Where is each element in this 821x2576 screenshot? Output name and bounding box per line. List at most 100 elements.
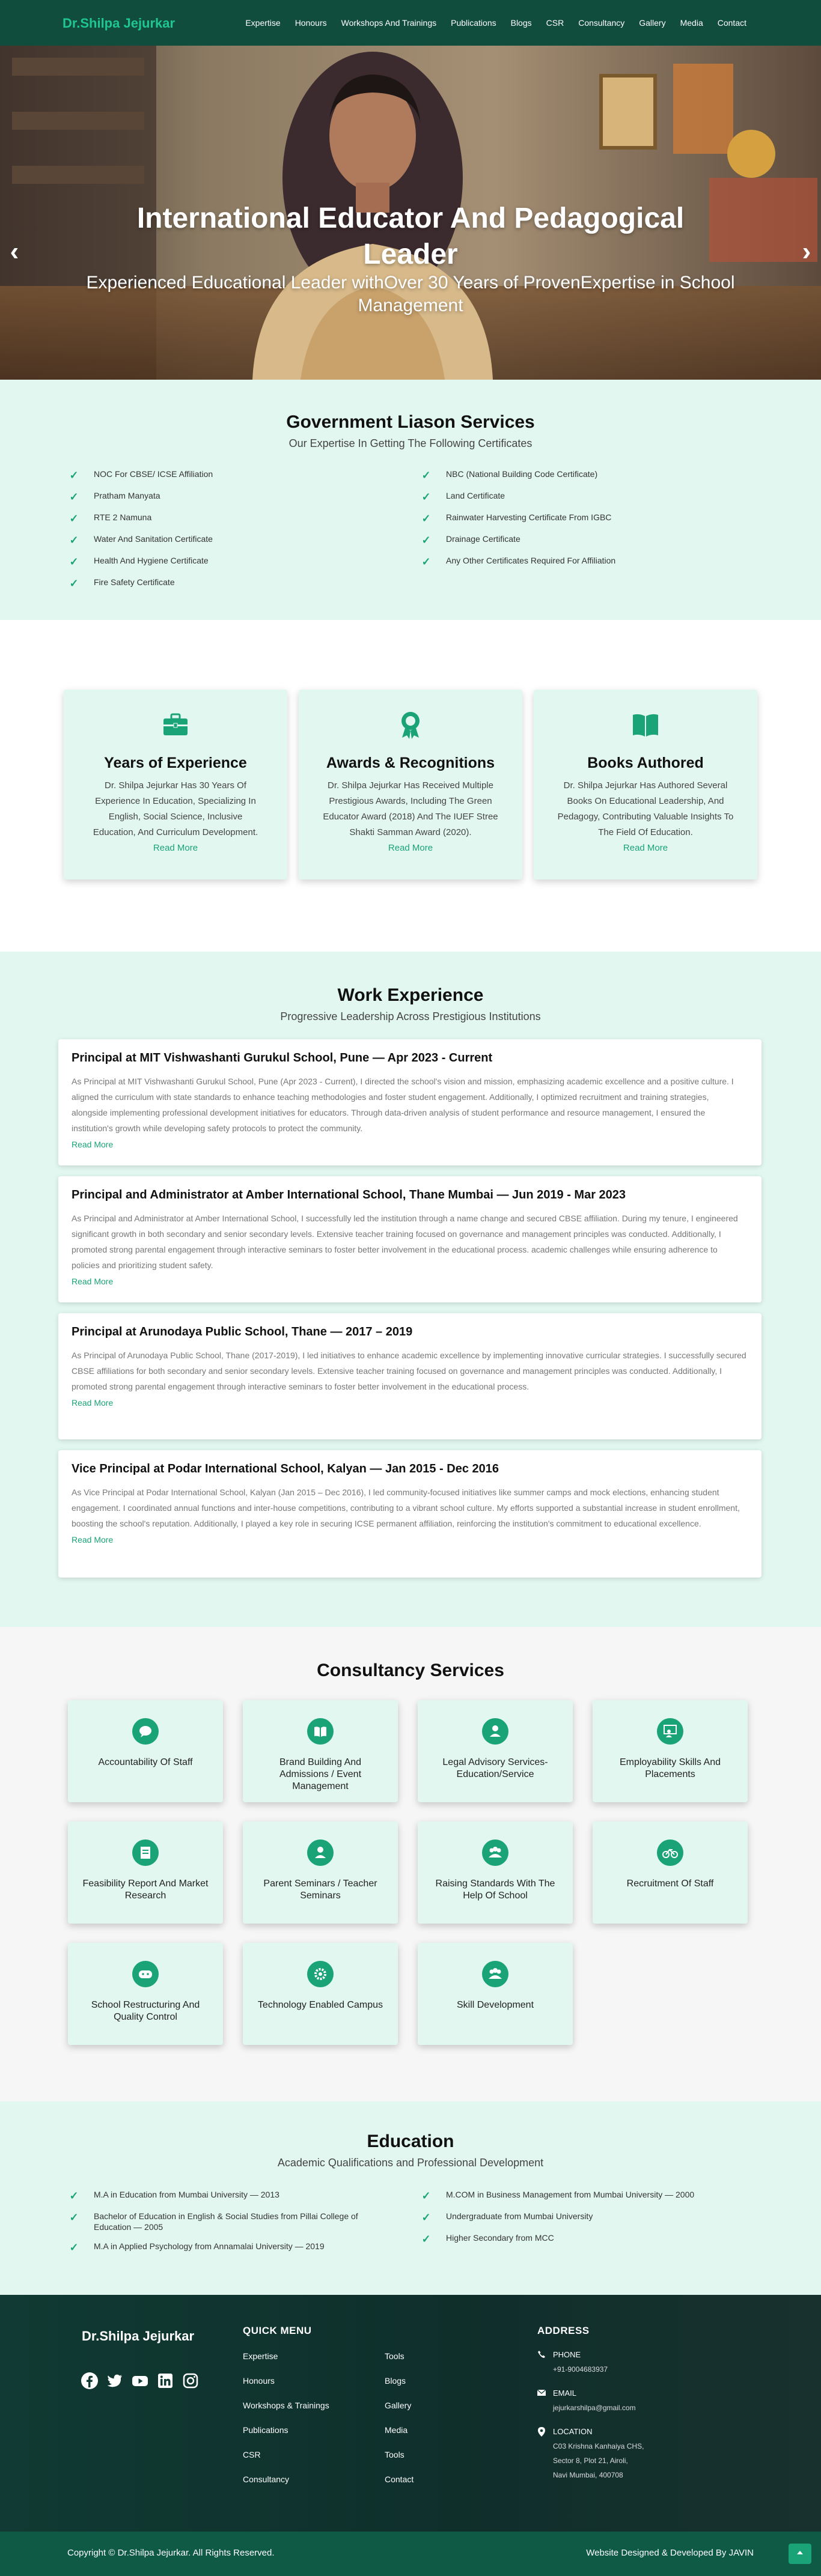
youtube-icon[interactable] [131, 2372, 149, 2390]
check-icon: ✓ [69, 2211, 79, 2223]
stat-desc: Dr. Shilpa Jejurkar Has Authored Several… [557, 780, 734, 837]
footer-link[interactable]: Honours [243, 2376, 275, 2386]
stat-card-awards: Awards & Recognitions Dr. Shilpa Jejurka… [299, 690, 522, 879]
footer-link[interactable]: Publications [243, 2425, 288, 2435]
footer-link[interactable]: Workshops & Trainings [243, 2401, 329, 2410]
chat-icon [132, 1718, 159, 1745]
job-title: Principal and Administrator at Amber Int… [72, 1188, 626, 1201]
social-links [81, 2372, 200, 2390]
stat-desc: Dr. Shilpa Jejurkar Has Received Multipl… [323, 780, 498, 837]
consultancy-section: Consultancy Services Accountability Of S… [0, 1627, 821, 2101]
list-item: ✓ M.COM in Business Management from Mumba… [420, 2189, 756, 2202]
read-more-link[interactable]: Read More [72, 1277, 113, 1286]
twitter-icon[interactable] [106, 2372, 124, 2390]
page: Dr.Shilpa Jejurkar Expertise Honours Wor… [0, 0, 821, 2576]
service-card[interactable]: Accountability Of Staff [68, 1700, 223, 1802]
list-item: ✓ Drainage Certificate [420, 533, 756, 547]
teacher-icon [657, 1718, 683, 1745]
location-line: Navi Mumbai, 400708 [553, 2471, 623, 2479]
list-item: ✓ Higher Secondary from MCC [420, 2232, 756, 2246]
hero-next-arrow[interactable]: › [795, 237, 819, 267]
nav-item-expertise[interactable]: Expertise [245, 18, 280, 28]
linkedin-icon[interactable] [156, 2372, 174, 2390]
read-more-link[interactable]: Read More [72, 1140, 113, 1149]
stat-desc: Dr. Shilpa Jejurkar Has 30 Years Of Expe… [93, 780, 258, 837]
read-more-link[interactable]: Read More [72, 1398, 113, 1408]
list-item: ✓ Pratham Manyata [67, 490, 404, 503]
nav-item-consultancy[interactable]: Consultancy [578, 18, 624, 28]
service-card[interactable]: School Restructuring And Quality Control [68, 1943, 223, 2045]
nav-item-media[interactable]: Media [680, 18, 703, 28]
work-subtitle: Progressive Leadership Across Prestigiou… [280, 1010, 541, 1022]
edu-list-left: ✓ M.A in Education from Mumbai University… [67, 2189, 404, 2262]
email-icon [537, 2389, 546, 2399]
edu-subtitle: Academic Qualifications and Professional… [277, 2157, 544, 2169]
footer-link[interactable]: Blogs [385, 2376, 406, 2386]
footer-link[interactable]: Contact [385, 2474, 414, 2484]
service-card[interactable]: Brand Building And Admissions / Event Ma… [243, 1700, 398, 1802]
service-card[interactable]: Technology Enabled Campus [243, 1943, 398, 2045]
gear-icon [307, 1961, 334, 1987]
footer-link[interactable]: Expertise [243, 2351, 278, 2361]
work-title: Work Experience [337, 985, 484, 1005]
hero-prev-arrow[interactable]: ‹ [2, 237, 26, 267]
instagram-icon[interactable] [182, 2372, 200, 2390]
footer-link[interactable]: Consultancy [243, 2474, 289, 2484]
check-icon: ✓ [69, 534, 79, 546]
briefcase-icon [161, 710, 190, 739]
group-icon [482, 1839, 508, 1866]
location-icon [537, 2427, 546, 2438]
brand-logo[interactable]: Dr.Shilpa Jejurkar [63, 16, 175, 31]
check-icon: ✓ [421, 556, 431, 568]
highlights-section: Years of Experience Dr. Shilpa Jejurkar … [0, 620, 821, 952]
top-nav: Dr.Shilpa Jejurkar Expertise Honours Wor… [0, 0, 821, 46]
service-card[interactable]: Parent Seminars / Teacher Seminars [243, 1821, 398, 1924]
location-label: LOCATION [553, 2427, 593, 2436]
service-card[interactable]: Skill Development [418, 1943, 573, 2045]
read-more-link[interactable]: Read More [388, 843, 433, 853]
footer-brand[interactable]: Dr.Shilpa Jejurkar [82, 2328, 194, 2344]
service-card[interactable]: Employability Skills And Placements [593, 1700, 748, 1802]
list-item: ✓ NBC (National Building Code Certificate… [420, 469, 756, 482]
copyright-text: Copyright © Dr.Shilpa Jejurkar. All Righ… [67, 2548, 275, 2558]
footer-link[interactable]: Media [385, 2425, 407, 2435]
email-address[interactable]: jejurkarshilpa@gmail.com [553, 2401, 636, 2415]
nav-item-honours[interactable]: Honours [295, 18, 327, 28]
copyright-bar: Copyright © Dr.Shilpa Jejurkar. All Righ… [0, 2532, 821, 2576]
nav-item-publications[interactable]: Publications [451, 18, 496, 28]
nav-item-blogs[interactable]: Blogs [511, 18, 532, 28]
award-icon [396, 710, 425, 739]
list-item: ✓ Rainwater Harvesting Certificate From I… [420, 512, 756, 525]
service-card[interactable]: Recruitment Of Staff [593, 1821, 748, 1924]
footer-link[interactable]: Gallery [385, 2401, 411, 2410]
credit-text[interactable]: Website Designed & Developed By JAVIN [586, 2548, 754, 2558]
read-more-link[interactable]: Read More [72, 1535, 113, 1545]
phone-label: PHONE [553, 2350, 581, 2359]
nav-item-csr[interactable]: CSR [546, 18, 564, 28]
nav-item-gallery[interactable]: Gallery [639, 18, 665, 28]
service-card[interactable]: Feasibility Report And Market Research [68, 1821, 223, 1924]
check-icon: ✓ [421, 512, 431, 524]
footer-link[interactable]: CSR [243, 2450, 261, 2459]
phone-number[interactable]: +91-9004683937 [553, 2362, 608, 2377]
service-card[interactable]: Legal Advisory Services-Education/Servic… [418, 1700, 573, 1802]
check-icon: ✓ [69, 2241, 79, 2253]
list-item: ✓ Water And Sanitation Certificate [67, 533, 404, 547]
read-more-link[interactable]: Read More [623, 843, 668, 853]
nav-item-workshops[interactable]: Workshops And Trainings [341, 18, 437, 28]
facebook-icon[interactable] [81, 2372, 99, 2390]
gov-list-right: ✓ NBC (National Building Code Certificate… [420, 469, 756, 577]
service-label: Skill Development [456, 2000, 534, 2010]
chevron-up-icon [797, 2551, 803, 2554]
read-more-link[interactable]: Read More [153, 843, 198, 853]
controller-icon [132, 1961, 159, 1987]
footer-link[interactable]: Tools [385, 2450, 404, 2459]
list-item: ✓ Bachelor of Education in English & Soci… [67, 2211, 404, 2232]
footer-link[interactable]: Tools [385, 2351, 404, 2361]
gov-list-left: ✓ NOC For CBSE/ ICSE Affiliation ✓ Pratham… [67, 469, 404, 598]
job-desc: As Principal and Administrator at Amber … [72, 1214, 738, 1270]
hero-slider: ‹ › International Educator And Pedagogic… [0, 46, 821, 380]
scroll-top-button[interactable] [789, 2544, 811, 2564]
nav-item-contact[interactable]: Contact [718, 18, 746, 28]
service-card[interactable]: Raising Standards With The Help Of Schoo… [418, 1821, 573, 1924]
